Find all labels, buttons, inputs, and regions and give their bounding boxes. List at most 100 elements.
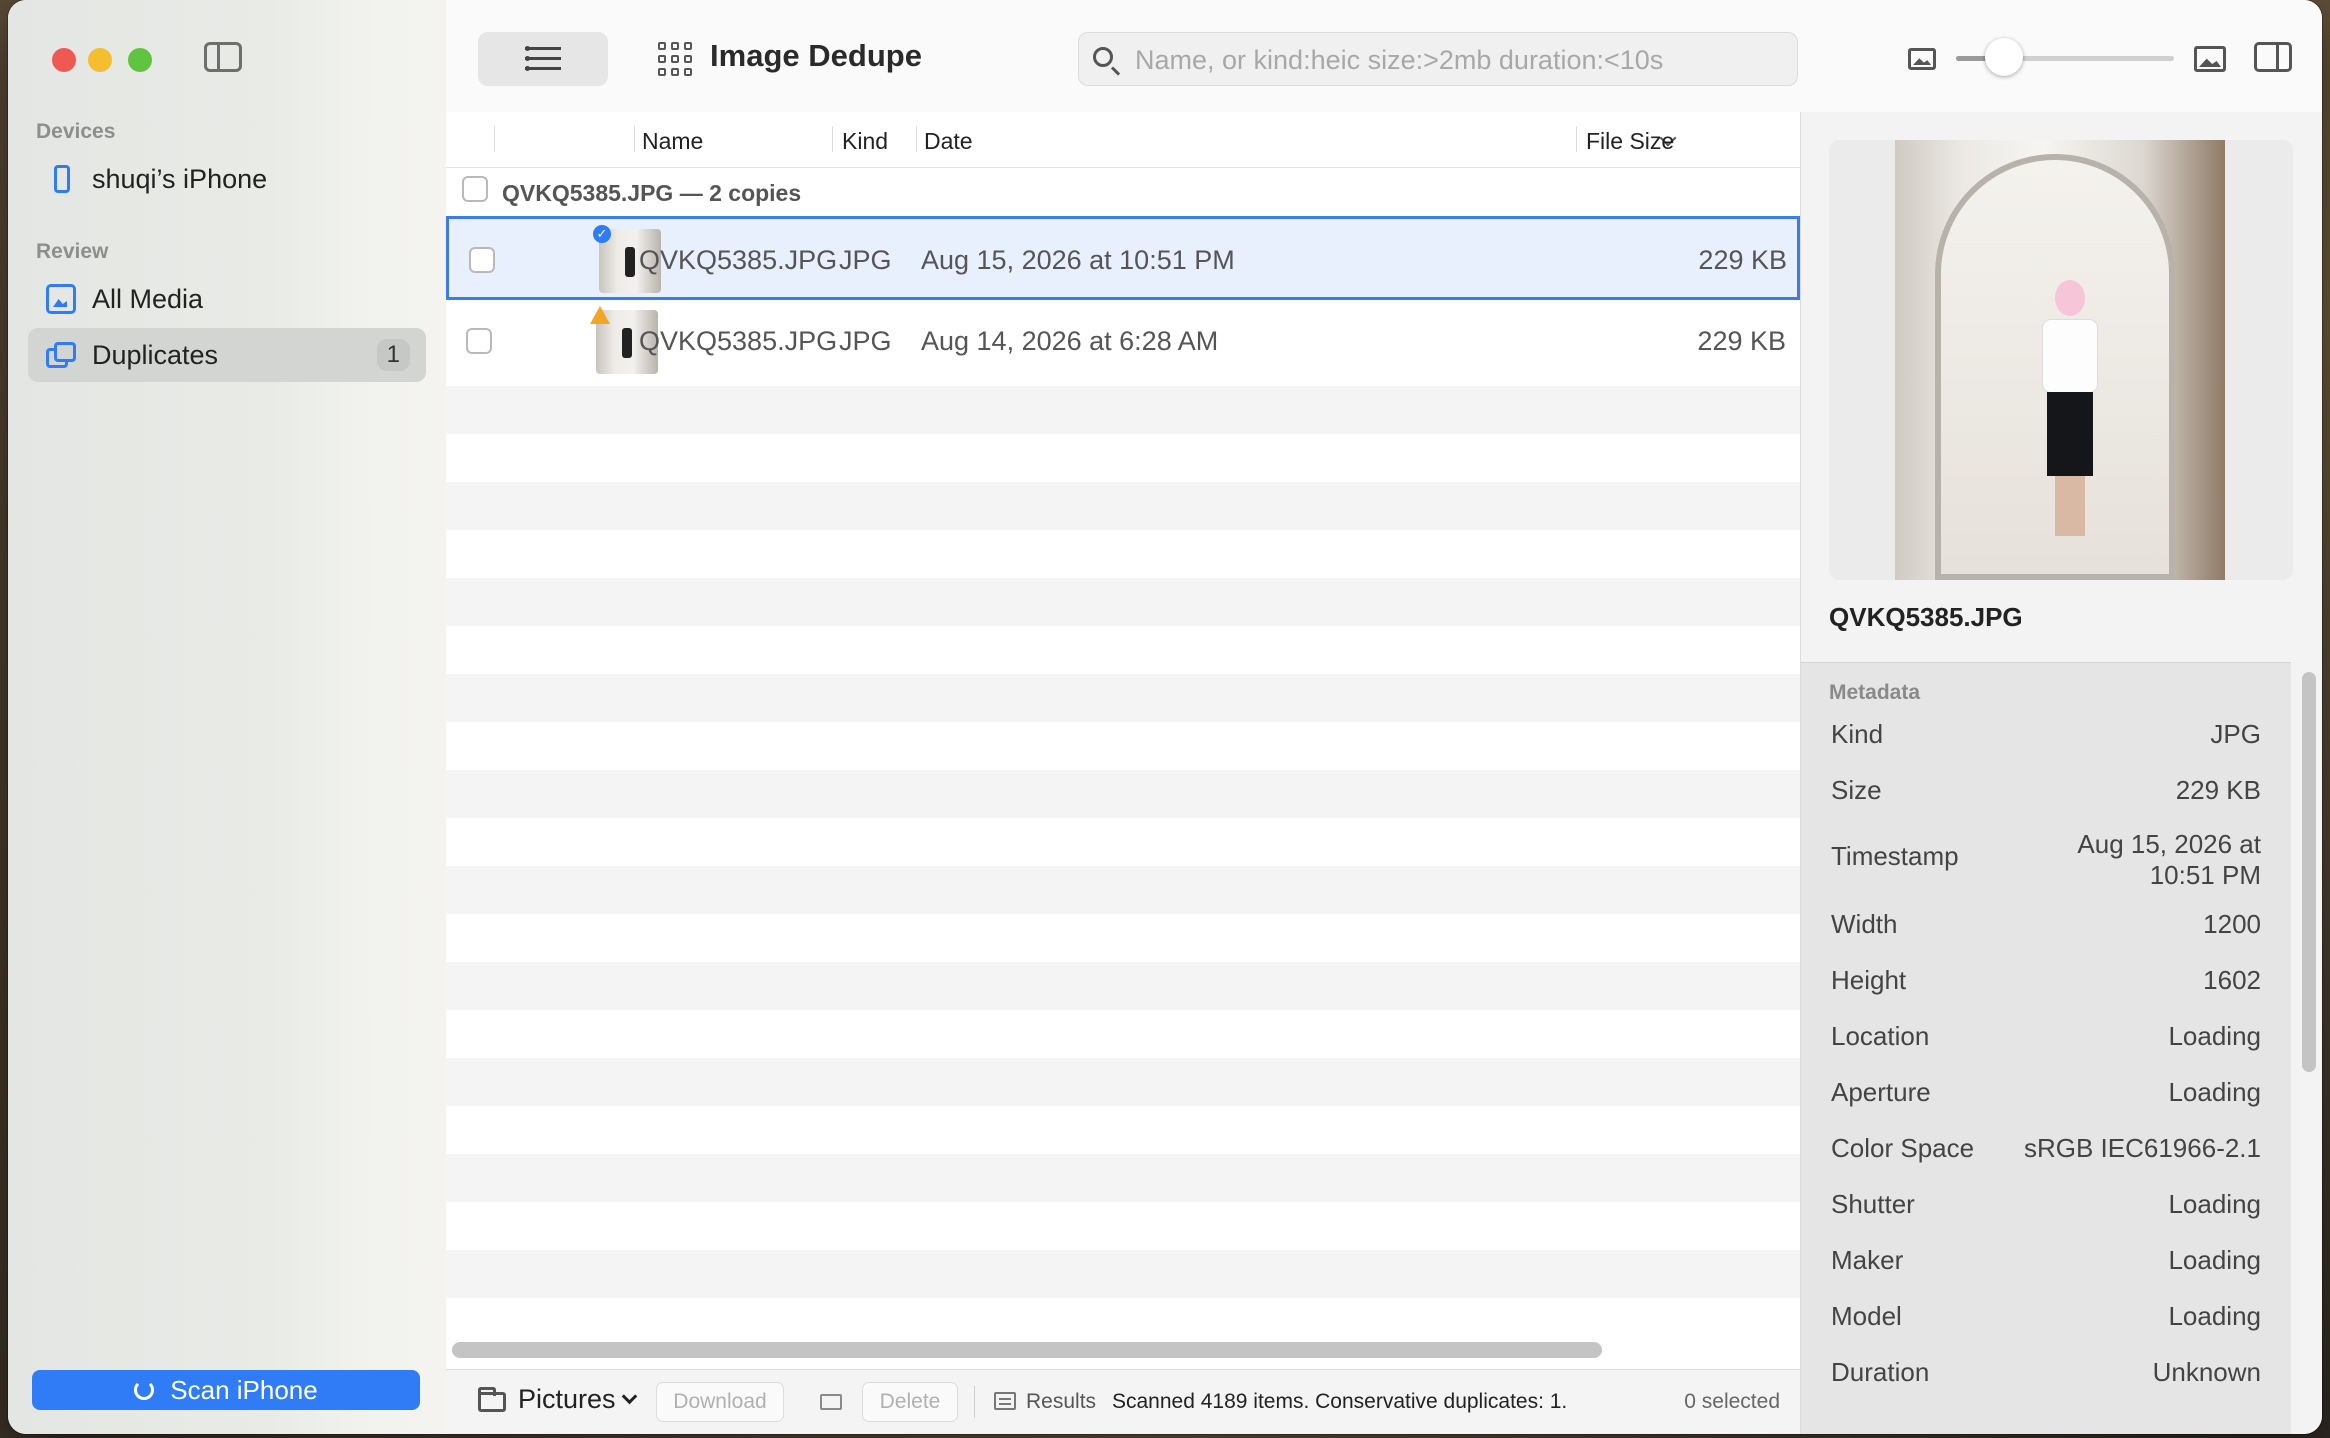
metadata-value: Aug 15, 2026 at 10:51 PM [2077,829,2261,890]
destination-folder-popup[interactable]: Pictures [518,1384,637,1415]
scan-iphone-button[interactable]: Scan iPhone [32,1370,420,1410]
zoom-window-button[interactable] [128,48,152,72]
minimize-window-button[interactable] [88,48,112,72]
sidebar-item-duplicates[interactable]: Duplicates 1 [28,328,426,382]
metadata-key: Model [1831,1301,1902,1331]
table-row[interactable]: ✓ QVKQ5385.JPG JPG Aug 15, 2026 at 10:51… [446,216,1800,300]
row-checkbox[interactable] [469,247,495,273]
duplicates-icon [46,340,76,370]
metadata-value: 1602 [2203,965,2261,995]
divider [974,1386,975,1418]
metadata-value: 1200 [2203,909,2261,939]
metadata-key: Width [1831,909,1898,939]
search-field[interactable] [1078,32,1798,86]
sidebar-item-device[interactable]: shuqi’s iPhone [28,152,426,206]
column-header-file-size[interactable]: File Size [1586,128,1674,155]
row-date: Aug 15, 2026 at 10:51 PM [921,245,1235,275]
metadata-value: Loading [2168,1189,2261,1219]
row-size: 229 KB [1697,326,1786,356]
metadata-key: Aperture [1831,1077,1931,1107]
duplicate-group-row[interactable]: QVKQ5385.JPG — 2 copies [446,168,1800,216]
download-button[interactable]: Download [656,1382,784,1422]
device-name: shuqi’s iPhone [92,163,268,194]
group-checkbox[interactable] [462,176,488,202]
empty-row [446,962,1800,1010]
empty-row [446,1154,1800,1202]
results-label[interactable]: Results [1026,1390,1096,1414]
column-header-name[interactable]: Name [642,128,703,155]
list-view-button[interactable] [478,32,608,86]
metadata-key: Size [1831,775,1882,805]
sidebar-item-label: Duplicates [92,339,219,370]
empty-row [446,1250,1800,1298]
metadata-key: Location [1831,1021,1930,1051]
metadata-heading: Metadata [1829,681,1921,704]
empty-row [446,386,1800,434]
table-row[interactable]: QVKQ5385.JPG JPG Aug 14, 2026 at 6:28 AM… [446,300,1800,384]
vertical-scrollbar[interactable] [2302,672,2316,1072]
row-size: 229 KB [1698,245,1787,275]
metadata-key: Kind [1831,719,1884,749]
sidebar-item-label: All Media [92,283,204,314]
group-label: QVKQ5385.JPG — 2 copies [502,180,802,206]
refresh-icon [134,1380,155,1400]
column-header-date[interactable]: Date [924,128,973,155]
folder-label: Pictures [518,1384,616,1414]
search-input[interactable] [1133,43,1777,77]
empty-row [446,578,1800,626]
file-table: Name Kind Date File Size QVKQ5385.JPG — … [446,112,1800,1370]
sidebar: Devices shuqi’s iPhone Review All Media … [8,0,447,1434]
metadata-key: Maker [1831,1245,1904,1275]
metadata-key: Height [1831,965,1907,995]
empty-row [446,1058,1800,1106]
list-icon [525,46,561,71]
iphone-icon [54,165,70,193]
delete-button[interactable]: Delete [862,1382,958,1422]
small-thumbnail-icon [1908,48,1936,70]
preview-area [1829,140,2293,580]
metadata-value: 229 KB [2175,775,2261,805]
empty-row [446,482,1800,530]
table-header: Name Kind Date File Size [446,112,1800,168]
preview-file-name: QVKQ5385.JPG [1829,602,2023,632]
bottom-bar: Pictures Download Delete Results Scanned… [446,1369,1800,1434]
inspector-toggle-icon[interactable] [2254,42,2292,72]
metadata-value: Unknown [2152,1357,2261,1387]
thumbnail-size-slider[interactable] [1956,38,2174,76]
results-icon[interactable] [994,1392,1016,1410]
selected-count: 0 selected [1684,1390,1780,1413]
open-folder-icon[interactable] [820,1394,842,1410]
keep-check-icon: ✓ [593,225,611,243]
app-window: Devices shuqi’s iPhone Review All Media … [8,0,2322,1434]
metadata-key: Color Space [1831,1133,1975,1163]
row-checkbox[interactable] [466,328,492,354]
large-thumbnail-icon [2194,46,2226,72]
metadata-value: Loading [2168,1077,2261,1107]
toolbar: Image Dedupe [446,0,2322,113]
row-name: QVKQ5385.JPG [639,326,838,356]
empty-row [446,770,1800,818]
sidebar-item-all-media[interactable]: All Media [28,272,426,326]
review-section-label: Review [36,240,109,263]
horizontal-scrollbar[interactable] [452,1342,1602,1358]
row-name: QVKQ5385.JPG [639,245,838,275]
column-header-kind[interactable]: Kind [842,128,888,155]
warning-icon [590,306,610,324]
metadata-value: sRGB IEC61966-2.1 [2023,1133,2261,1163]
photo-preview [1895,140,2225,580]
row-kind: JPG [839,245,892,275]
count-badge: 1 [376,339,410,371]
window-title: Image Dedupe [710,38,922,73]
metadata-value: Loading [2168,1245,2261,1275]
slider-knob[interactable] [1984,38,2023,76]
search-icon [1093,47,1113,67]
grid-view-icon[interactable] [658,42,692,76]
chevron-down-icon [621,1388,637,1405]
folder-icon [478,1387,506,1412]
devices-section-label: Devices [36,120,116,143]
metadata-value: Loading [2168,1301,2261,1331]
sidebar-toggle-icon[interactable] [204,42,242,72]
close-window-button[interactable] [52,48,76,72]
scan-status-text: Scanned 4189 items. Conservative duplica… [1112,1390,1568,1413]
empty-row [446,866,1800,914]
